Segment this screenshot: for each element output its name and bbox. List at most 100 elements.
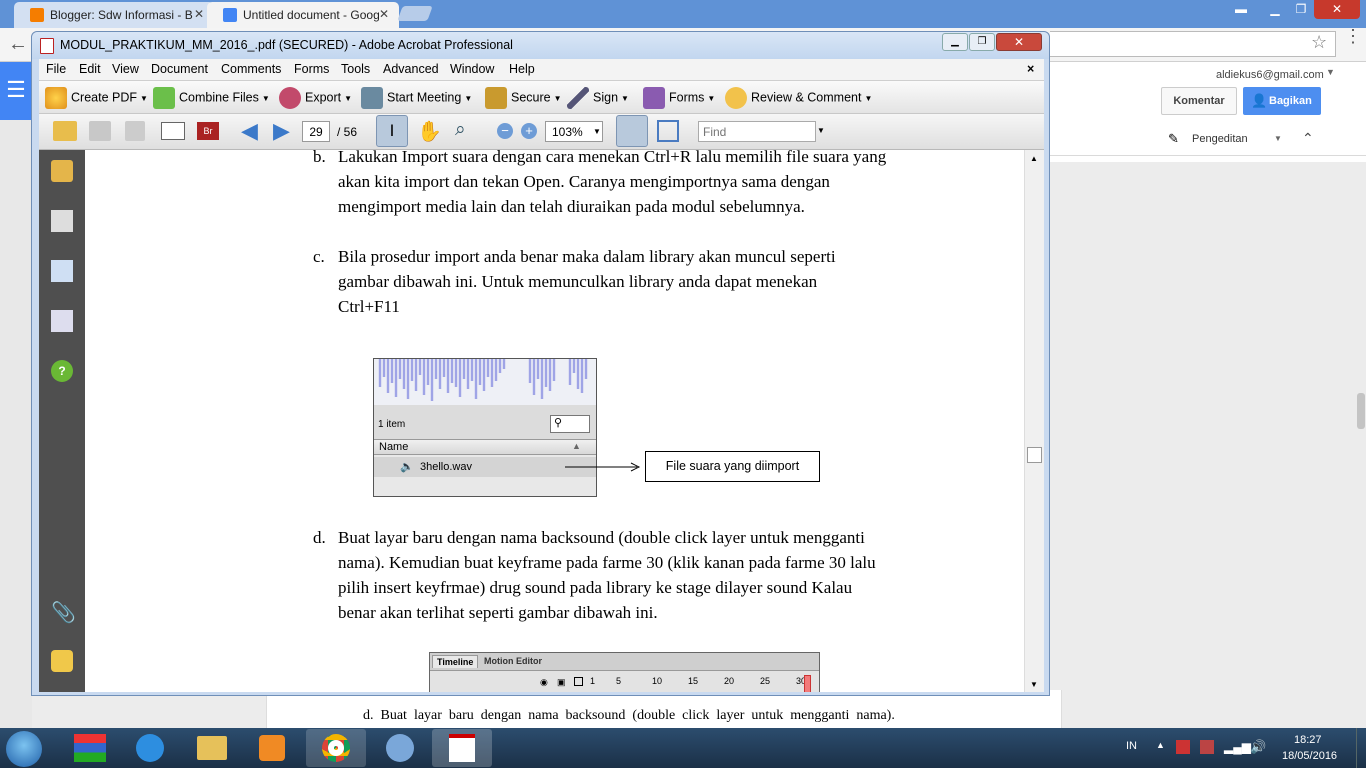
menu-help[interactable]: Help [509, 62, 535, 76]
previous-page-icon[interactable]: ◀ [241, 118, 258, 144]
combine-files-button[interactable]: Combine Files ▼ [153, 87, 270, 109]
taskbar-app-explorer[interactable] [182, 729, 242, 767]
name-column-header[interactable]: Name [379, 441, 408, 453]
chevron-down-icon[interactable]: ▼ [1326, 67, 1335, 77]
find-dropdown-icon[interactable]: ▼ [817, 126, 825, 135]
browser-tab-blogger[interactable]: Blogger: Sdw Informasi - B ✕ [14, 2, 214, 28]
next-page-icon[interactable]: ▶ [273, 118, 290, 144]
clock-date[interactable]: 18/05/2016 [1282, 750, 1337, 762]
save-icon[interactable] [125, 121, 145, 141]
taskbar-app-chrome2[interactable] [370, 729, 430, 767]
bookmarks-icon[interactable] [51, 260, 73, 282]
tab-motion-editor[interactable]: Motion Editor [484, 656, 542, 666]
close-icon[interactable]: ✕ [379, 7, 389, 21]
share-button[interactable]: 👤 Bagikan [1243, 87, 1321, 115]
hand-tool-icon[interactable]: ✋ [417, 119, 442, 144]
bookmark-star-icon[interactable]: ☆ [1311, 32, 1327, 53]
signal-icon[interactable]: ▂▄▆ [1224, 740, 1251, 754]
new-tab-button[interactable] [397, 6, 433, 21]
close-window-icon[interactable]: ✕ [996, 33, 1042, 51]
volume-icon[interactable]: 🔊 [1250, 739, 1266, 755]
signatures-icon[interactable] [51, 310, 73, 332]
scroll-thumb[interactable] [1027, 447, 1042, 463]
tab-timeline[interactable]: Timeline [432, 655, 479, 668]
menu-edit[interactable]: Edit [79, 62, 101, 76]
export-button[interactable]: Export ▼ [279, 87, 352, 109]
restore-icon[interactable]: ❐ [1288, 0, 1314, 19]
zoom-tool-icon[interactable]: ⌕ [455, 119, 466, 141]
comment-button[interactable]: Komentar [1161, 87, 1237, 115]
language-indicator[interactable]: IN [1126, 740, 1137, 752]
pages-icon[interactable] [51, 210, 73, 232]
attachment-icon[interactable]: 📎 [51, 600, 76, 624]
scroll-down-icon[interactable]: ▼ [1030, 680, 1038, 689]
page-number-input[interactable] [302, 121, 330, 142]
maximize-icon[interactable]: ❐ [969, 33, 995, 51]
comments-icon[interactable] [51, 650, 73, 672]
outline-icon[interactable] [574, 677, 583, 686]
gdoc-scrollbar-thumb[interactable] [1357, 393, 1365, 429]
create-pdf-button[interactable]: Create PDF ▼ [45, 87, 148, 109]
eye-icon[interactable]: ◉ [540, 677, 548, 688]
fit-page-icon[interactable] [657, 120, 679, 142]
fit-width-icon[interactable] [616, 115, 648, 147]
show-desktop-button[interactable] [1356, 728, 1366, 768]
taskbar-app-media[interactable] [242, 729, 302, 767]
security-lock-icon[interactable] [51, 160, 73, 182]
lock-icon[interactable]: ▣ [557, 677, 566, 688]
zoom-in-icon[interactable]: + [521, 123, 537, 139]
taskbar-app-flag[interactable] [60, 729, 120, 767]
sign-button[interactable]: Sign ▼ [567, 87, 629, 109]
find-input[interactable] [698, 121, 816, 142]
pdf-scrollbar[interactable]: ▲ ▼ [1024, 150, 1044, 692]
menu-comments[interactable]: Comments [221, 62, 281, 76]
taskbar-app-acrobat[interactable] [432, 729, 492, 767]
clock-time[interactable]: 18:27 [1294, 734, 1322, 746]
account-email[interactable]: aldiekus6@gmail.com [1216, 69, 1324, 81]
browse-icon[interactable]: Br [197, 122, 219, 140]
zoom-out-icon[interactable]: − [497, 123, 513, 139]
start-meeting-button[interactable]: Start Meeting ▼ [361, 87, 472, 109]
close-icon[interactable]: ✕ [194, 7, 204, 21]
taskbar-app-chrome[interactable] [306, 729, 366, 767]
menu-forms[interactable]: Forms [294, 62, 329, 76]
minimize-icon[interactable]: ▁ [1262, 0, 1288, 19]
battery-icon[interactable] [1200, 740, 1214, 754]
menu-file[interactable]: File [46, 62, 66, 76]
open-folder-icon[interactable] [53, 121, 77, 141]
windows-start-button[interactable] [6, 731, 42, 767]
email-icon[interactable] [161, 122, 185, 140]
zoom-level-select[interactable]: 103% ▼ [545, 121, 603, 142]
network-icon[interactable] [1176, 740, 1190, 754]
editing-mode[interactable]: Pengeditan [1192, 133, 1248, 145]
menu-window[interactable]: Window [450, 62, 494, 76]
playhead[interactable] [804, 675, 811, 692]
scroll-up-icon[interactable]: ▲ [1030, 154, 1038, 163]
chrome-menu-icon[interactable]: ⋮ [1344, 27, 1362, 45]
browser-tab-gdoc[interactable]: Untitled document - Goog ✕ [207, 2, 399, 28]
help-icon[interactable]: ? [51, 360, 73, 382]
menu-advanced[interactable]: Advanced [383, 62, 439, 76]
close-document-icon[interactable]: × [1027, 62, 1034, 76]
close-window-icon[interactable]: ✕ [1314, 0, 1360, 19]
minimize-icon[interactable]: ▁ [942, 33, 968, 51]
secure-button[interactable]: Secure ▼ [485, 87, 562, 109]
user-icon[interactable]: ▬ [1228, 0, 1254, 19]
collapse-icon[interactable]: ⌃ [1302, 130, 1314, 147]
menu-view[interactable]: View [112, 62, 139, 76]
back-arrow-icon[interactable]: ← [8, 33, 28, 56]
menu-document[interactable]: Document [151, 62, 208, 76]
address-bar[interactable] [1050, 31, 1336, 57]
taskbar-app-ie[interactable] [120, 729, 180, 767]
print-icon[interactable] [89, 121, 111, 141]
docs-menu-icon[interactable]: ☰ [0, 62, 32, 120]
tray-expand-icon[interactable]: ▲ [1156, 740, 1165, 750]
select-text-icon[interactable]: I [376, 115, 408, 147]
chevron-down-icon[interactable]: ▼ [1274, 134, 1282, 143]
forms-button[interactable]: Forms ▼ [643, 87, 715, 109]
sort-icon[interactable]: ▲ [572, 441, 581, 451]
menu-tools[interactable]: Tools [341, 62, 370, 76]
pdf-viewport[interactable]: b. Lakukan Import suara dengan cara mene… [85, 150, 1024, 692]
library-search-icon[interactable]: ⚲ [550, 415, 590, 433]
review-comment-button[interactable]: Review & Comment ▼ [725, 87, 872, 109]
